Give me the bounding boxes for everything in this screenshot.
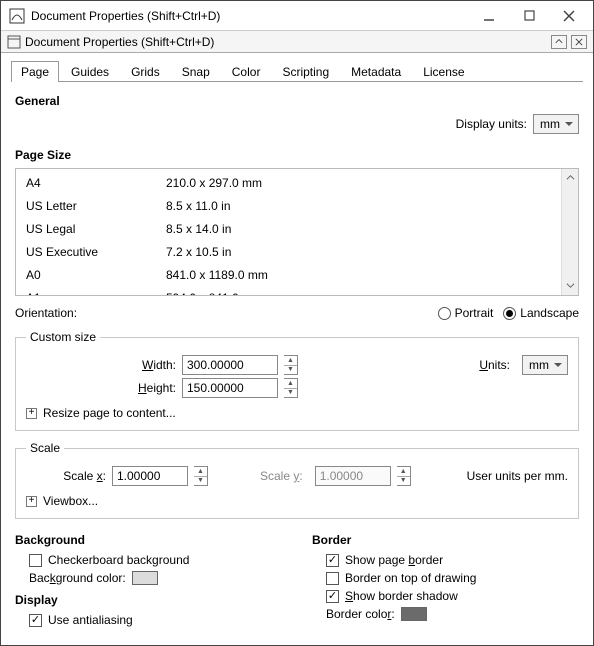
dock-minimize-button[interactable] [551,35,567,49]
heading-display: Display [15,593,282,607]
resize-to-content[interactable]: + Resize page to content... [26,406,568,420]
heading-background: Background [15,533,282,547]
resize-to-content-label: Resize page to content... [43,406,176,420]
border-on-top-checkbox[interactable] [326,572,339,585]
border-shadow-row[interactable]: Show border shadow [312,589,579,603]
heading-page-size: Page Size [15,148,579,162]
tab-underline [11,81,583,82]
border-on-top-label: Border on top of drawing [345,571,476,585]
height-field[interactable] [182,378,278,398]
bg-color-swatch[interactable] [132,571,158,585]
col-left: Background Checkerboard background Backg… [15,529,282,631]
list-item[interactable]: US Letter 8.5 x 11.0 in [16,194,578,217]
height-label: Height: [26,381,176,395]
width-label: Width: [26,358,176,372]
orientation-label: Orientation: [15,306,422,320]
list-item[interactable]: US Executive 7.2 x 10.5 in [16,240,578,263]
scale-y-spinner: ▲▼ [397,466,411,486]
dock-title: Document Properties (Shift+Ctrl+D) [25,35,547,49]
group-custom-size: Custom size Width: ▲▼ Units: mm Height: [15,330,579,431]
scale-x-label: Scale x: [26,469,106,483]
scale-x-field[interactable] [112,466,188,486]
antialias-row[interactable]: Use antialiasing [15,613,282,627]
show-border-label: Show page border [345,553,443,567]
show-border-row[interactable]: Show page border [312,553,579,567]
list-item[interactable]: A4 210.0 x 297.0 mm [16,171,578,194]
border-color-label: Border color: [326,607,395,621]
scale-y-label: Scale y: [260,469,303,483]
tab-scripting[interactable]: Scripting [272,61,339,82]
expander-icon: + [26,496,37,507]
group-scale: Scale Scale x: ▲▼ Scale y: ▲▼ User units… [15,441,579,519]
maximize-button[interactable] [509,2,549,30]
window: Document Properties (Shift+Ctrl+D) Docum… [0,0,594,646]
tab-license[interactable]: License [413,61,474,82]
legend-scale: Scale [26,441,64,455]
orientation-row: Orientation: Portrait Landscape [15,306,579,320]
tab-metadata[interactable]: Metadata [341,61,411,82]
window-title: Document Properties (Shift+Ctrl+D) [31,9,469,23]
list-item[interactable]: US Legal 8.5 x 14.0 in [16,217,578,240]
list-item[interactable]: A1 594.0 x 841.0 mm [16,286,578,296]
display-units-select[interactable]: mm [533,114,579,134]
tab-page[interactable]: Page [11,61,59,82]
border-color-swatch[interactable] [401,607,427,621]
close-button[interactable] [549,2,589,30]
custom-units-label: Units: [479,358,510,372]
border-shadow-label: Show border shadow [345,589,458,603]
display-units-label: Display units: [456,117,527,131]
legend-custom-size: Custom size [26,330,100,344]
custom-units-select[interactable]: mm [522,355,568,375]
titlebar: Document Properties (Shift+Ctrl+D) [1,1,593,31]
dock-close-button[interactable] [571,35,587,49]
border-shadow-checkbox[interactable] [326,590,339,603]
display-units-row: Display units: mm [15,114,579,134]
checkerboard-row[interactable]: Checkerboard background [15,553,282,567]
orientation-portrait-radio[interactable] [438,307,451,320]
dock-header: Document Properties (Shift+Ctrl+D) [1,31,593,53]
tab-guides[interactable]: Guides [61,61,119,82]
width-spinner[interactable]: ▲▼ [284,355,298,375]
scale-x-spinner[interactable]: ▲▼ [194,466,208,486]
scroll-down-icon[interactable] [566,279,575,293]
orientation-portrait-label: Portrait [455,306,494,320]
heading-general: General [15,94,579,108]
expander-icon: + [26,408,37,419]
display-units-value: mm [540,117,560,131]
page-size-list[interactable]: A4 210.0 x 297.0 mm US Letter 8.5 x 11.0… [15,168,579,296]
tab-content-page: General Display units: mm Page Size A4 2… [1,82,593,645]
page-size-list-inner: A4 210.0 x 297.0 mm US Letter 8.5 x 11.0… [16,169,578,296]
list-item[interactable]: A0 841.0 x 1189.0 mm [16,263,578,286]
dialog-icon [7,35,21,49]
custom-units-value: mm [529,358,549,372]
scale-units-label: User units per mm. [467,469,568,483]
heading-border: Border [312,533,579,547]
orientation-landscape-radio[interactable] [503,307,516,320]
minimize-button[interactable] [469,2,509,30]
tab-snap[interactable]: Snap [172,61,220,82]
height-spinner[interactable]: ▲▼ [284,378,298,398]
border-on-top-row[interactable]: Border on top of drawing [312,571,579,585]
checkerboard-label: Checkerboard background [48,553,189,567]
border-color-row: Border color: [312,607,579,621]
width-field[interactable] [182,355,278,375]
orientation-landscape-label: Landscape [520,306,579,320]
app-icon [9,8,25,24]
tab-color[interactable]: Color [222,61,271,82]
bottom-options: Background Checkerboard background Backg… [15,529,579,631]
checkerboard-checkbox[interactable] [29,554,42,567]
scrollbar[interactable] [561,169,578,295]
scale-y-field [315,466,391,486]
viewbox-label: Viewbox... [43,494,98,508]
antialias-checkbox[interactable] [29,614,42,627]
scroll-up-icon[interactable] [566,171,575,185]
tab-grids[interactable]: Grids [121,61,170,82]
antialias-label: Use antialiasing [48,613,133,627]
col-right: Border Show page border Border on top of… [312,529,579,631]
tab-strip: Page Guides Grids Snap Color Scripting M… [1,53,593,82]
bg-color-label: Background color: [29,571,126,585]
bg-color-row: Background color: [15,571,282,585]
show-border-checkbox[interactable] [326,554,339,567]
viewbox-expander[interactable]: + Viewbox... [26,494,568,508]
